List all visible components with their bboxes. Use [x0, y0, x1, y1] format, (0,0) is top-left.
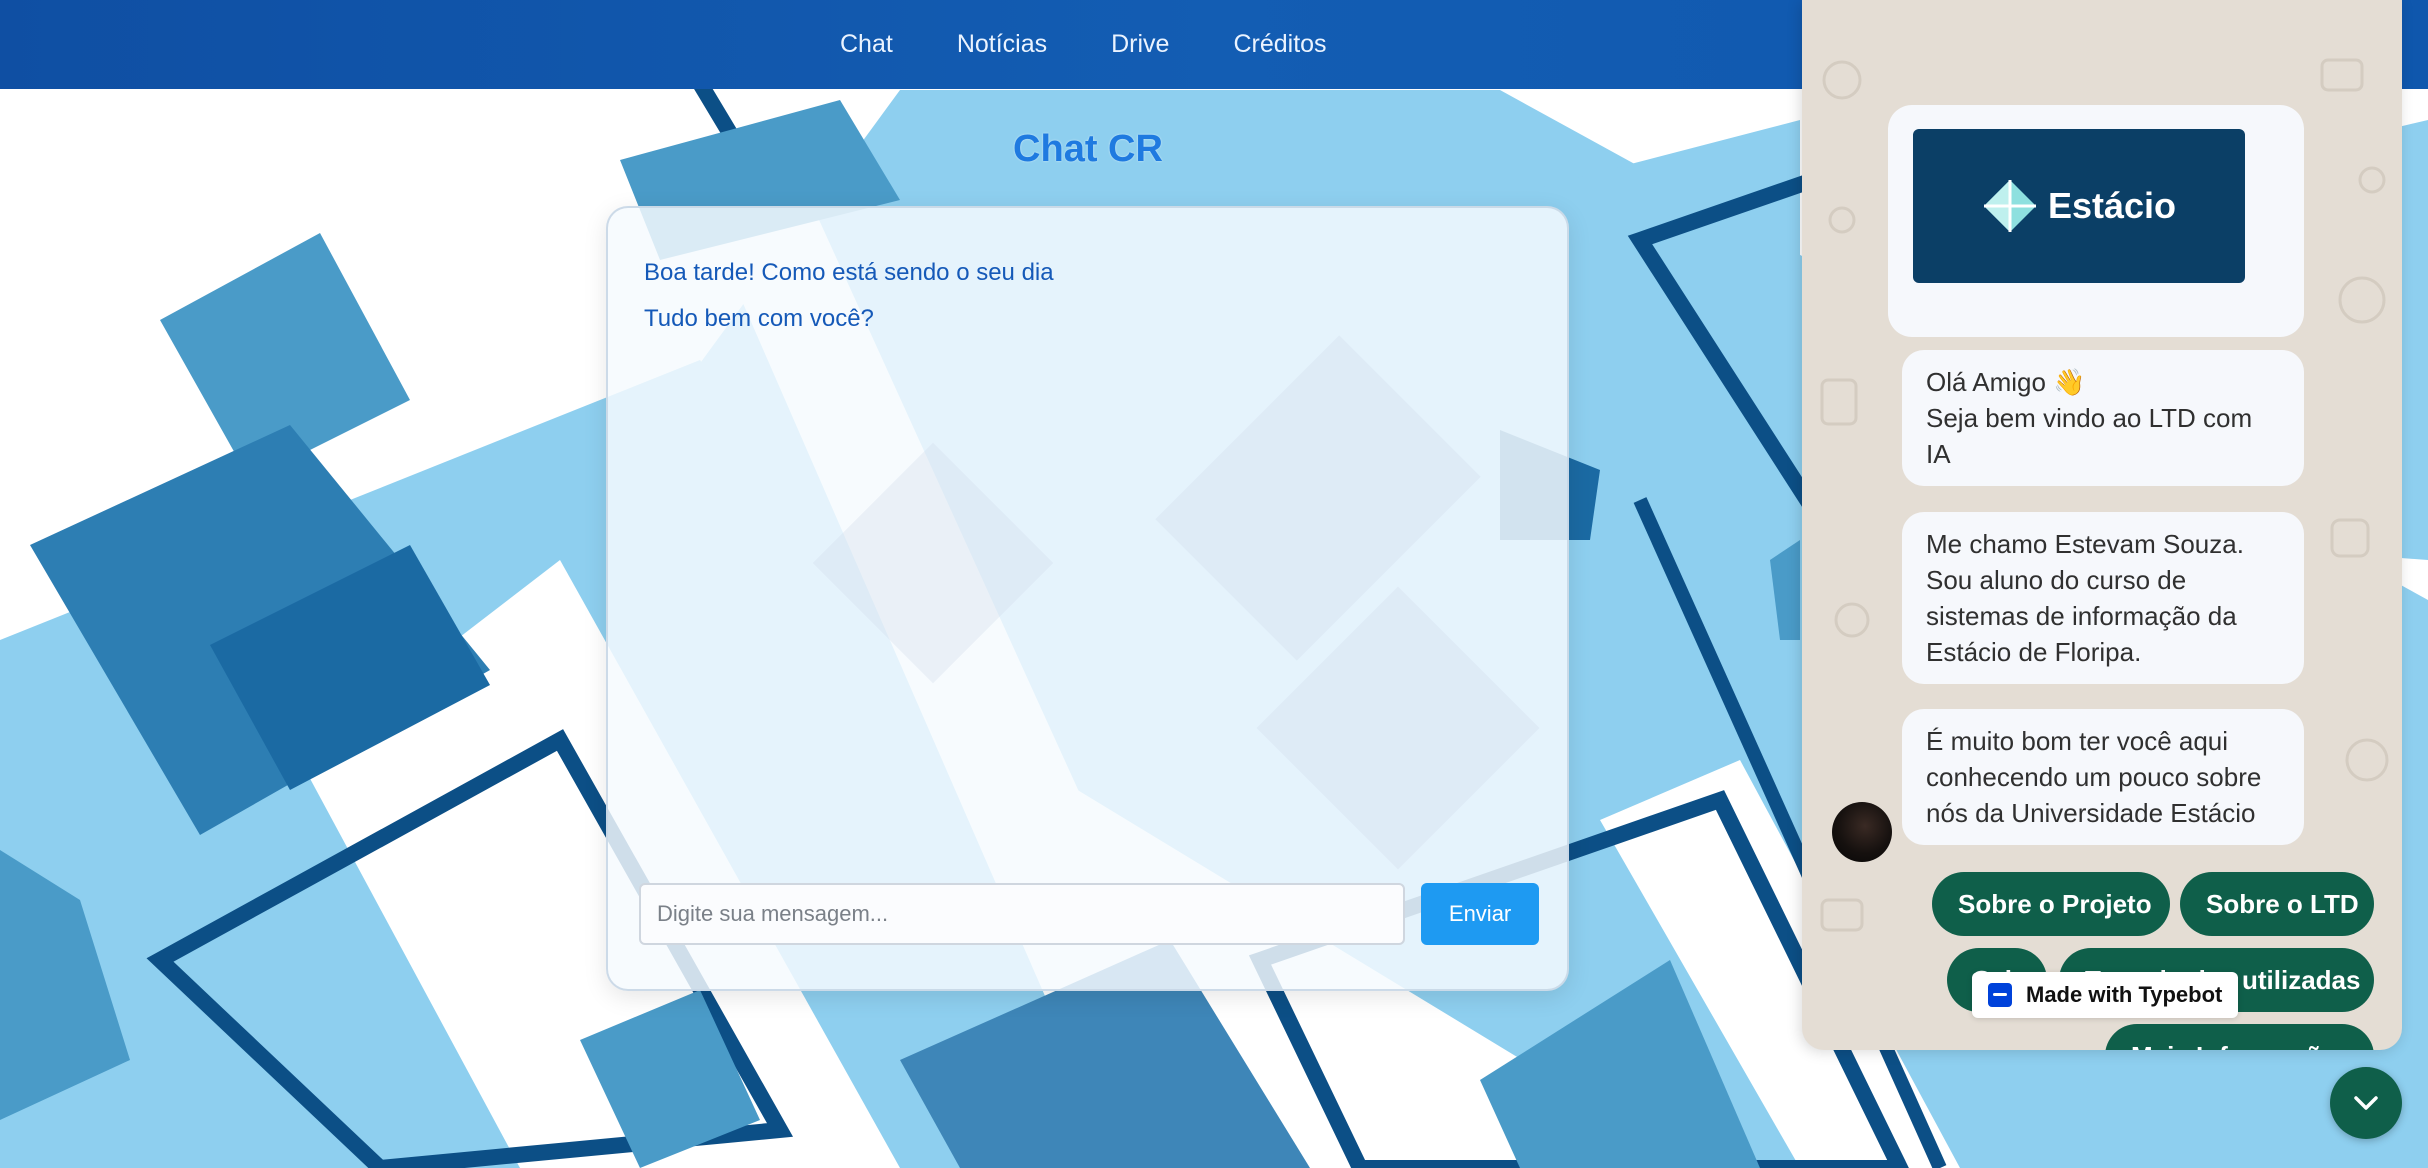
bot-message: Me chamo Estevam Souza. Sou aluno do cur…	[1902, 512, 2304, 684]
bot-message: Olá Amigo 👋 Seja bem vindo ao LTD com IA	[1902, 350, 2304, 486]
typebot-logo-icon	[1988, 983, 2012, 1007]
nav-link-creditos[interactable]: Créditos	[1233, 30, 1326, 59]
estacio-logo: Estácio	[1913, 129, 2245, 283]
send-button[interactable]: Enviar	[1421, 883, 1539, 945]
nav-link-noticias[interactable]: Notícias	[957, 30, 1047, 59]
logo-bubble: Estácio	[1888, 105, 2304, 337]
estacio-logo-icon	[1983, 180, 2036, 232]
choice-mais-informacoes[interactable]: Mais Informações	[2105, 1024, 2374, 1050]
typebot-badge-label: Made with Typebot	[2026, 982, 2223, 1007]
close-chat-button[interactable]	[2330, 1067, 2402, 1139]
card-decoration	[812, 442, 1054, 684]
chat-message-list: Boa tarde! Como está sendo o seu dia Tud…	[644, 250, 1531, 342]
bot-message: É muito bom ter você aqui conhecendo um …	[1902, 709, 2304, 845]
typebot-badge[interactable]: Made with Typebot	[1972, 972, 2239, 1018]
chat-message: Tudo bem com você?	[644, 305, 874, 332]
chat-input-row: Enviar	[639, 883, 1539, 945]
chat-window: Boa tarde! Como está sendo o seu dia Tud…	[606, 206, 1569, 991]
chat-message: Boa tarde! Como está sendo o seu dia	[644, 259, 1054, 286]
card-decoration	[1155, 335, 1481, 661]
chevron-down-icon	[2354, 1096, 2378, 1110]
choice-sobre-ltd[interactable]: Sobre o LTD	[2180, 872, 2374, 936]
nav-link-chat[interactable]: Chat	[840, 30, 893, 59]
logo-text: Estácio	[2047, 185, 2177, 226]
nav-link-drive[interactable]: Drive	[1111, 30, 1169, 59]
message-input[interactable]	[639, 883, 1406, 945]
main-nav: Chat Notícias Drive Créditos	[840, 0, 1391, 89]
typebot-panel: Estácio Olá Amigo 👋 Seja bem vindo ao LT…	[1802, 0, 2402, 1050]
bot-avatar	[1832, 802, 1892, 862]
choice-sobre-projeto[interactable]: Sobre o Projeto	[1932, 872, 2170, 936]
